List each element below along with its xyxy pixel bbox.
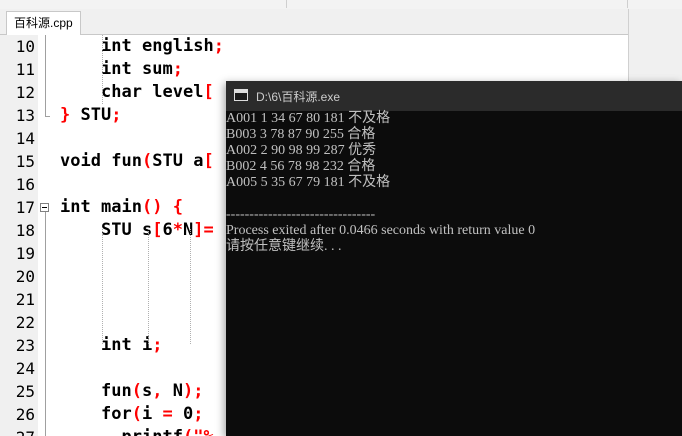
line-number: 23 xyxy=(15,336,35,355)
code-text: fun(s, N); xyxy=(101,381,204,401)
line-number: 21 xyxy=(15,290,35,309)
line-number: 14 xyxy=(15,129,35,148)
console-window[interactable]: D:\6\百科源.exe A001 1 34 67 80 181 不及格 B003… xyxy=(226,81,682,436)
code-text: for(i = 0; xyxy=(101,404,204,424)
indent-guide xyxy=(148,229,149,344)
code-text: } STU; xyxy=(60,105,122,125)
line-number: 18 xyxy=(15,221,35,240)
fold-toggle-icon[interactable] xyxy=(40,203,49,212)
line-number: 26 xyxy=(15,405,35,424)
line-number: 25 xyxy=(15,382,35,401)
code-line: 10 int english; xyxy=(0,35,628,58)
editor-tab-bar: 百科源.cpp xyxy=(0,9,628,35)
indent-guide xyxy=(190,229,191,344)
console-output-line: B003 3 78 87 90 255 合格 xyxy=(226,127,376,142)
code-text: int main() { xyxy=(60,197,183,217)
console-output-line: A001 1 34 67 80 181 不及格 xyxy=(226,111,391,126)
console-output-line: -------------------------------- xyxy=(226,207,376,222)
fold-guide-line xyxy=(45,35,46,116)
console-output-line: 请按任意键继续. . . xyxy=(226,239,342,254)
indent-guide xyxy=(102,35,103,104)
line-number: 24 xyxy=(15,359,35,378)
fold-end-marker xyxy=(45,116,50,117)
line-number: 20 xyxy=(15,267,35,286)
toolbar-segment xyxy=(0,0,287,8)
line-number: 11 xyxy=(15,60,35,79)
line-number: 13 xyxy=(15,106,35,125)
code-text: char level[ xyxy=(101,82,214,102)
console-output-line: A005 5 35 67 79 181 不及格 xyxy=(226,175,391,190)
console-output-line: Process exited after 0.0466 seconds with… xyxy=(226,223,536,238)
line-number: 17 xyxy=(15,198,35,217)
line-number: 16 xyxy=(15,175,35,194)
console-output-line: B002 4 56 78 98 232 合格 xyxy=(226,159,376,174)
line-number: 10 xyxy=(15,37,35,56)
indent-guide xyxy=(102,229,103,344)
console-output: A001 1 34 67 80 181 不及格 B003 3 78 87 90 2… xyxy=(226,111,682,436)
line-number: 15 xyxy=(15,152,35,171)
line-number: 27 xyxy=(0,426,35,436)
code-line: 11 int sum; xyxy=(0,58,628,81)
code-text: int sum; xyxy=(101,59,183,79)
console-app-icon xyxy=(234,89,248,101)
toolbar-segment xyxy=(287,0,628,8)
line-number: 22 xyxy=(15,313,35,332)
console-output-line: A002 2 90 98 99 287 优秀 xyxy=(226,143,377,158)
code-text: printf("% xyxy=(60,426,214,436)
file-tab[interactable]: 百科源.cpp xyxy=(6,11,81,35)
fold-guide-line xyxy=(45,212,46,436)
code-text: void fun(STU a[ xyxy=(60,151,214,171)
line-number: 12 xyxy=(15,83,35,102)
code-text: int english; xyxy=(101,36,224,56)
console-title-bar[interactable]: D:\6\百科源.exe xyxy=(226,81,682,111)
line-number: 19 xyxy=(15,244,35,263)
console-title: D:\6\百科源.exe xyxy=(256,90,341,104)
